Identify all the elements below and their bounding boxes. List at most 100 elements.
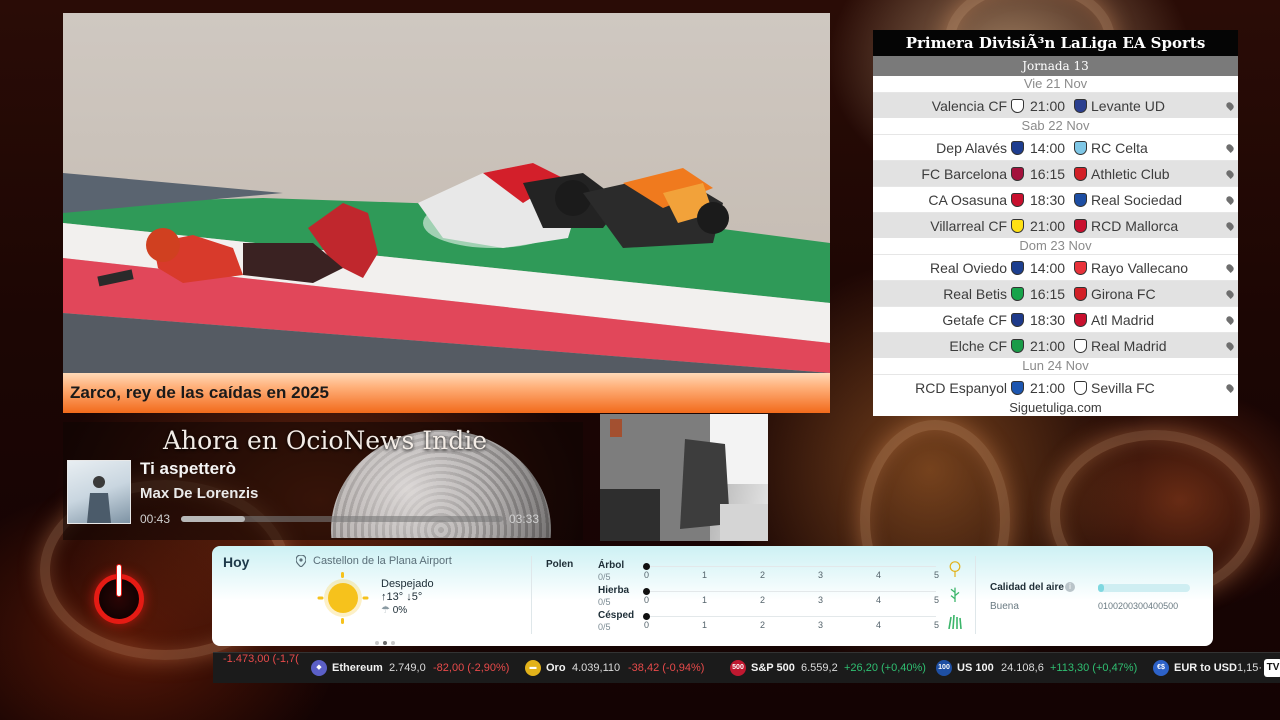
weather-widget: Hoy Castellon de la Plana Airport Despej… xyxy=(212,546,1213,646)
home-crest-icon xyxy=(1011,167,1024,181)
location-pin-icon[interactable] xyxy=(1225,289,1235,299)
pollen-scale-tick: 1 xyxy=(702,595,708,605)
temp-low: 5° xyxy=(411,591,423,603)
carousel-dot-active[interactable] xyxy=(383,641,387,645)
location-pin-icon[interactable] xyxy=(1225,383,1235,393)
away-team: Real Sociedad xyxy=(1091,192,1183,208)
ticker-value: 4.039,110 xyxy=(572,662,621,674)
away-team: Sevilla FC xyxy=(1091,380,1155,396)
match-time: 14:00 xyxy=(1030,140,1066,156)
pollen-scale-tick: 5 xyxy=(934,620,940,630)
ticker-change: -1.473,00 (-1,7( xyxy=(223,653,299,665)
weather-temps: ↑13° ↓5° xyxy=(381,591,422,603)
location-pin-icon[interactable] xyxy=(1225,221,1235,231)
pollen-scale-tick: 4 xyxy=(876,595,882,605)
pollen-scale-tick: 2 xyxy=(760,620,766,630)
webcam-feed xyxy=(600,414,768,541)
location-pin-icon[interactable] xyxy=(1225,101,1235,111)
air-quality-label: Calidad del aire xyxy=(990,582,1064,593)
sun-ray xyxy=(341,572,344,578)
location-pin-icon[interactable] xyxy=(1225,341,1235,351)
home-team: FC Barcelona xyxy=(921,166,1007,182)
liga-day-label: Vie 21 Nov xyxy=(873,76,1238,92)
liga-match-row[interactable]: Real Betis 16:15 Girona FC xyxy=(873,280,1238,306)
home-team: Elche CF xyxy=(949,338,1007,354)
away-crest-icon xyxy=(1074,141,1087,155)
pollen-grass-score: 0/5 xyxy=(598,622,611,632)
ticker-change: +26,20 (+0,40%) xyxy=(844,662,926,674)
air-quality-value: Buena xyxy=(990,601,1019,612)
match-time: 18:30 xyxy=(1030,312,1066,328)
sun-ray xyxy=(341,618,344,624)
away-crest-icon xyxy=(1074,219,1087,233)
ticker-value: 24.108,6 xyxy=(1001,662,1044,674)
home-team: CA Osasuna xyxy=(928,192,1007,208)
pollen-tree-score: 0/5 xyxy=(598,572,611,582)
match-time: 21:00 xyxy=(1030,218,1066,234)
location-pin-icon[interactable] xyxy=(1225,315,1235,325)
liga-match-row[interactable]: FC Barcelona 16:15 Athletic Club xyxy=(873,160,1238,186)
liga-match-row[interactable]: Dep Alavés 14:00 RC Celta xyxy=(873,134,1238,160)
liga-match-row[interactable]: Elche CF 21:00 Real Madrid xyxy=(873,332,1238,358)
ticker-name: EUR to USD xyxy=(1174,662,1237,674)
pollen-scale-tick: 5 xyxy=(934,595,940,605)
tree-icon xyxy=(949,561,961,577)
power-icon xyxy=(116,564,122,597)
home-crest-icon xyxy=(1011,141,1024,155)
pollen-weed-score: 0/5 xyxy=(598,597,611,607)
pollen-scale-tick: 0 xyxy=(644,620,650,630)
pollen-scale-tick: 3 xyxy=(818,595,824,605)
carousel-dot[interactable] xyxy=(375,641,379,645)
liga-match-row[interactable]: RCD Espanyol 21:00 Sevilla FC xyxy=(873,374,1238,400)
location-pin-icon[interactable] xyxy=(1225,143,1235,153)
sun-ray xyxy=(362,596,369,600)
pollen-weed-track xyxy=(646,591,936,592)
liga-match-row[interactable]: Villarreal CF 21:00 RCD Mallorca xyxy=(873,212,1238,238)
match-time: 16:15 xyxy=(1030,166,1066,182)
track-artist: Max De Lorenzis xyxy=(140,485,259,502)
weed-icon xyxy=(950,587,960,602)
pollen-scale-tick: 4 xyxy=(876,620,882,630)
match-time: 21:00 xyxy=(1030,98,1066,114)
progress-bar[interactable] xyxy=(181,516,503,522)
location-pin-icon xyxy=(296,555,306,567)
ticker-change: +113,30 (+0,47%) xyxy=(1050,662,1138,674)
tradingview-logo[interactable]: TV xyxy=(1264,659,1280,677)
grass-icon xyxy=(948,614,962,629)
away-team: Athletic Club xyxy=(1091,166,1170,182)
pollen-scale-tick: 1 xyxy=(702,620,708,630)
artist-figure xyxy=(87,476,111,523)
location-pin-icon[interactable] xyxy=(1225,263,1235,273)
liga-footer-link[interactable]: Siguetuliga.com xyxy=(873,400,1238,416)
home-crest-icon xyxy=(1011,219,1024,233)
liga-match-row[interactable]: Real Oviedo 14:00 Rayo Vallecano xyxy=(873,254,1238,280)
info-icon[interactable]: i xyxy=(1065,582,1075,592)
home-crest-icon xyxy=(1011,261,1024,275)
pollen-scale-tick: 0 xyxy=(644,595,650,605)
location-pin-icon[interactable] xyxy=(1225,169,1235,179)
liga-match-row[interactable]: Valencia CF 21:00 Levante UD xyxy=(873,92,1238,118)
ticker-change: -38,42 (-0,94%) xyxy=(628,662,705,674)
track-duration: 03:33 xyxy=(509,512,540,526)
pollen-tree-track xyxy=(646,566,936,567)
away-team: RCD Mallorca xyxy=(1091,218,1179,234)
carousel-dots[interactable] xyxy=(375,632,399,646)
sun-ray xyxy=(317,596,324,600)
umbrella-icon: ☂ xyxy=(381,605,390,616)
pollen-weed-label: Hierba xyxy=(598,585,630,596)
home-team: Getafe CF xyxy=(942,312,1007,328)
liga-fixtures: Primera DivisiÃ³n LaLiga EA Sports Jorna… xyxy=(873,30,1238,416)
eurusd-icon: €$ xyxy=(1153,660,1169,676)
news-panel[interactable]: Zarco, rey de las caídas en 2025 xyxy=(63,13,830,413)
liga-match-row[interactable]: CA Osasuna 18:30 Real Sociedad xyxy=(873,186,1238,212)
match-time: 21:00 xyxy=(1030,338,1066,354)
pollen-scale-tick: 3 xyxy=(818,620,824,630)
location-pin-icon[interactable] xyxy=(1225,195,1235,205)
ethereum-icon: ◆ xyxy=(311,660,327,676)
liga-match-row[interactable]: Getafe CF 18:30 Atl Madrid xyxy=(873,306,1238,332)
news-photo xyxy=(63,13,830,373)
carousel-dot[interactable] xyxy=(391,641,395,645)
away-team: Real Madrid xyxy=(1091,338,1167,354)
news-caption-bar: Zarco, rey de las caídas en 2025 xyxy=(63,373,830,413)
home-crest-icon xyxy=(1011,381,1024,395)
